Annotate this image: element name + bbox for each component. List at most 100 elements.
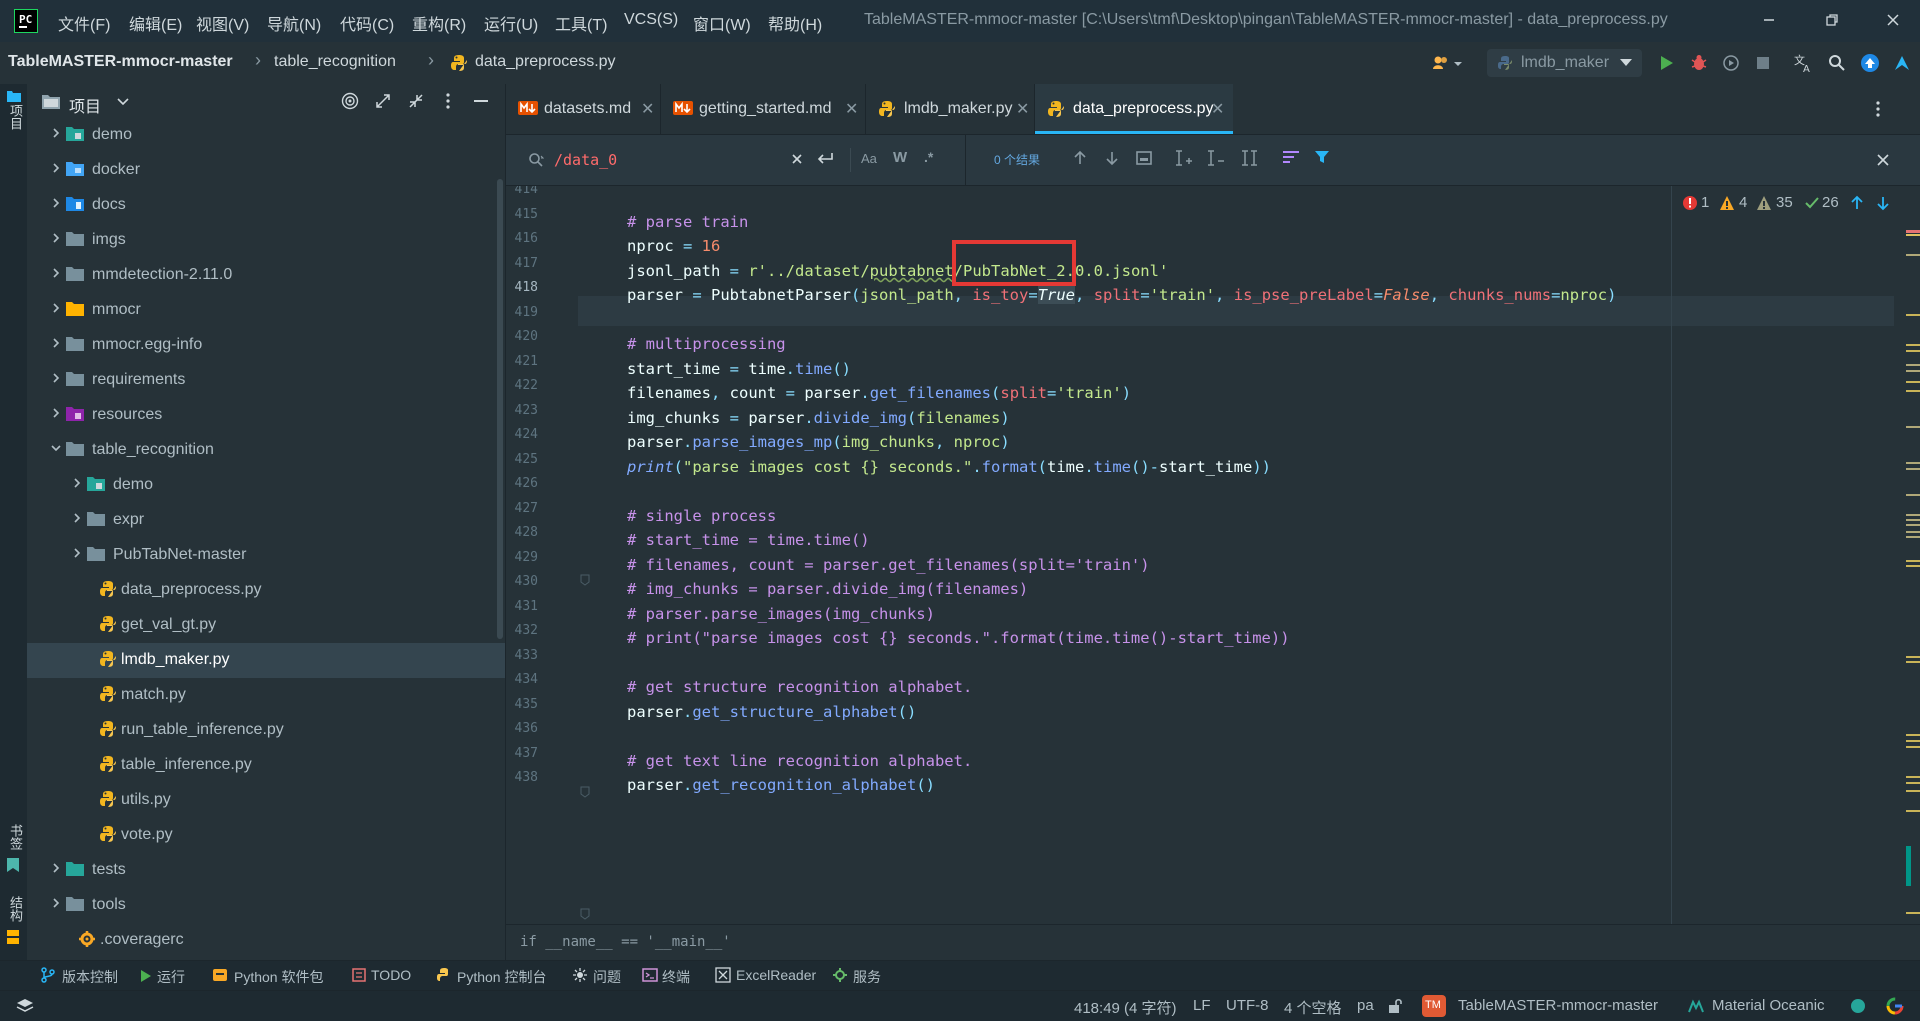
project-tool-button[interactable]: 项目 — [4, 90, 24, 130]
menu-navigate[interactable]: 导航(N) — [267, 11, 321, 35]
chevron-right-icon[interactable] — [50, 897, 62, 909]
tool-problems[interactable]: 问题 — [593, 967, 621, 987]
tree-file-item[interactable]: get_val_gt.py — [27, 608, 505, 643]
close-window-icon[interactable] — [1885, 12, 1901, 28]
tree-folder-item[interactable]: mmdetection-2.11.0 — [27, 258, 505, 293]
unlock-icon[interactable] — [1387, 998, 1403, 1014]
chevron-right-icon[interactable] — [50, 337, 62, 349]
close-tab-icon[interactable]: ✕ — [845, 99, 858, 119]
tree-folder-item[interactable]: mmocr.egg-info — [27, 328, 505, 363]
tree-file-item[interactable]: vote.py — [27, 818, 505, 853]
project-name[interactable]: TableMASTER-mmocr-master — [1458, 997, 1658, 1014]
breadcrumb-file[interactable]: data_preprocess.py — [475, 53, 616, 71]
more-options-icon[interactable] — [445, 92, 451, 110]
tree-folder-item[interactable]: docs — [27, 188, 505, 223]
tab-datasets-md[interactable]: datasets.md ✕ — [506, 84, 661, 134]
code-breadcrumb[interactable]: if __name__ == '__main__' — [520, 934, 731, 950]
tree-folder-item[interactable]: resources — [27, 398, 505, 433]
fold-marker-icon[interactable] — [580, 574, 590, 586]
menu-window[interactable]: 窗口(W) — [693, 11, 751, 35]
arrow-up-icon[interactable] — [1072, 150, 1088, 166]
line-separator[interactable]: LF — [1193, 997, 1211, 1014]
menu-vcs[interactable]: VCS(S) — [624, 11, 678, 29]
search-icon[interactable] — [528, 152, 544, 168]
menu-edit[interactable]: 编辑(E) — [129, 11, 182, 35]
tree-file-item[interactable]: data_preprocess.py — [27, 573, 505, 608]
close-tab-icon[interactable]: ✕ — [641, 99, 654, 119]
add-occurrence-icon[interactable] — [1174, 149, 1194, 167]
interpreter-label[interactable]: pa — [1357, 997, 1374, 1014]
tree-folder-item[interactable]: demo — [27, 468, 505, 503]
run-with-coverage-icon[interactable] — [1722, 54, 1740, 72]
bookmarks-tool-button[interactable]: 书签 — [4, 824, 24, 874]
translate-icon[interactable]: 文A — [1794, 53, 1814, 73]
tree-folder-item[interactable]: PubTabNet-master — [27, 538, 505, 573]
select-all-icon[interactable] — [1240, 149, 1260, 167]
tool-python-console[interactable]: Python 控制台 — [457, 967, 546, 987]
tree-file-item[interactable]: utils.py — [27, 783, 505, 818]
tool-python-packages[interactable]: Python 软件包 — [234, 967, 323, 987]
chevron-down-icon[interactable] — [50, 442, 62, 454]
close-tab-icon[interactable]: ✕ — [1211, 99, 1224, 119]
inspection-widget[interactable]: 1 4 35 26 — [1674, 192, 1894, 216]
project-panel-title[interactable]: 项目 — [69, 93, 101, 117]
filter-lines-icon[interactable] — [1282, 150, 1300, 166]
stop-icon[interactable] — [1755, 55, 1771, 71]
chevron-right-icon[interactable] — [50, 302, 62, 314]
theme-name[interactable]: Material Oceanic — [1712, 997, 1825, 1014]
chevron-right-icon[interactable] — [71, 512, 83, 524]
breadcrumb-project[interactable]: TableMASTER-mmocr-master — [8, 53, 233, 71]
project-scrollbar[interactable] — [497, 179, 503, 639]
new-line-icon[interactable] — [816, 152, 834, 166]
tree-folder-item[interactable]: tests — [27, 853, 505, 888]
chevron-down-icon[interactable] — [117, 98, 129, 106]
tool-run[interactable]: 运行 — [157, 967, 185, 987]
tree-folder-item[interactable]: imgs — [27, 223, 505, 258]
hide-panel-icon[interactable] — [474, 100, 488, 104]
collapse-all-icon[interactable] — [407, 92, 425, 110]
tab-lmdb-maker-py[interactable]: lmdb_maker.py ✕ — [866, 84, 1035, 134]
tree-folder-item[interactable]: tools — [27, 888, 505, 923]
project-badge[interactable]: TM — [1422, 995, 1446, 1017]
regex-toggle[interactable]: .* — [924, 149, 933, 165]
chevron-right-icon[interactable] — [50, 372, 62, 384]
clear-search-icon[interactable] — [790, 152, 804, 166]
error-stripe[interactable] — [1898, 186, 1920, 924]
caret-position[interactable]: 418:49 (4 字符) — [1074, 997, 1177, 1018]
tool-terminal[interactable]: 终端 — [662, 967, 690, 987]
chevron-right-icon[interactable] — [50, 127, 62, 139]
tool-todo[interactable]: TODO — [371, 967, 411, 983]
chevron-right-icon[interactable] — [50, 862, 62, 874]
layers-icon[interactable] — [16, 998, 34, 1014]
restore-icon[interactable] — [1824, 12, 1840, 28]
tree-folder-item[interactable]: table_recognition — [27, 433, 505, 468]
tree-folder-item[interactable]: requirements — [27, 363, 505, 398]
google-icon[interactable] — [1886, 997, 1904, 1015]
indent-setting[interactable]: 4 个空格 — [1284, 997, 1342, 1018]
fold-marker-icon[interactable] — [580, 786, 590, 798]
fold-marker-icon[interactable] — [580, 908, 590, 920]
menu-file[interactable]: 文件(F) — [58, 11, 110, 35]
tree-file-item[interactable]: .coveragerc — [27, 923, 505, 958]
arrow-down-icon[interactable] — [1104, 150, 1120, 166]
chevron-right-icon[interactable] — [71, 477, 83, 489]
structure-tool-button[interactable]: 结构 — [4, 896, 24, 946]
more-options-icon[interactable] — [1875, 100, 1881, 118]
tab-data-preprocess-py[interactable]: data_preprocess.py ✕ — [1035, 84, 1233, 134]
tool-services[interactable]: 服务 — [853, 967, 881, 987]
status-dot-icon[interactable] — [1850, 998, 1866, 1014]
tree-file-item[interactable]: match.py — [27, 678, 505, 713]
users-icon[interactable] — [1432, 54, 1462, 72]
menu-help[interactable]: 帮助(H) — [768, 11, 822, 35]
update-icon[interactable] — [1860, 53, 1880, 73]
tool-vcs[interactable]: 版本控制 — [62, 967, 118, 987]
search-input[interactable] — [552, 146, 786, 174]
tree-folder-item[interactable]: docker — [27, 153, 505, 188]
tab-getting-started-md[interactable]: getting_started.md ✕ — [661, 84, 866, 134]
expand-all-icon[interactable] — [374, 92, 392, 110]
close-search-icon[interactable] — [1876, 153, 1890, 167]
remove-occurrence-icon[interactable] — [1206, 149, 1226, 167]
plugin-icon[interactable] — [1892, 53, 1912, 73]
whole-words-toggle[interactable]: W — [893, 149, 907, 166]
next-highlight-icon[interactable] — [1876, 195, 1890, 211]
